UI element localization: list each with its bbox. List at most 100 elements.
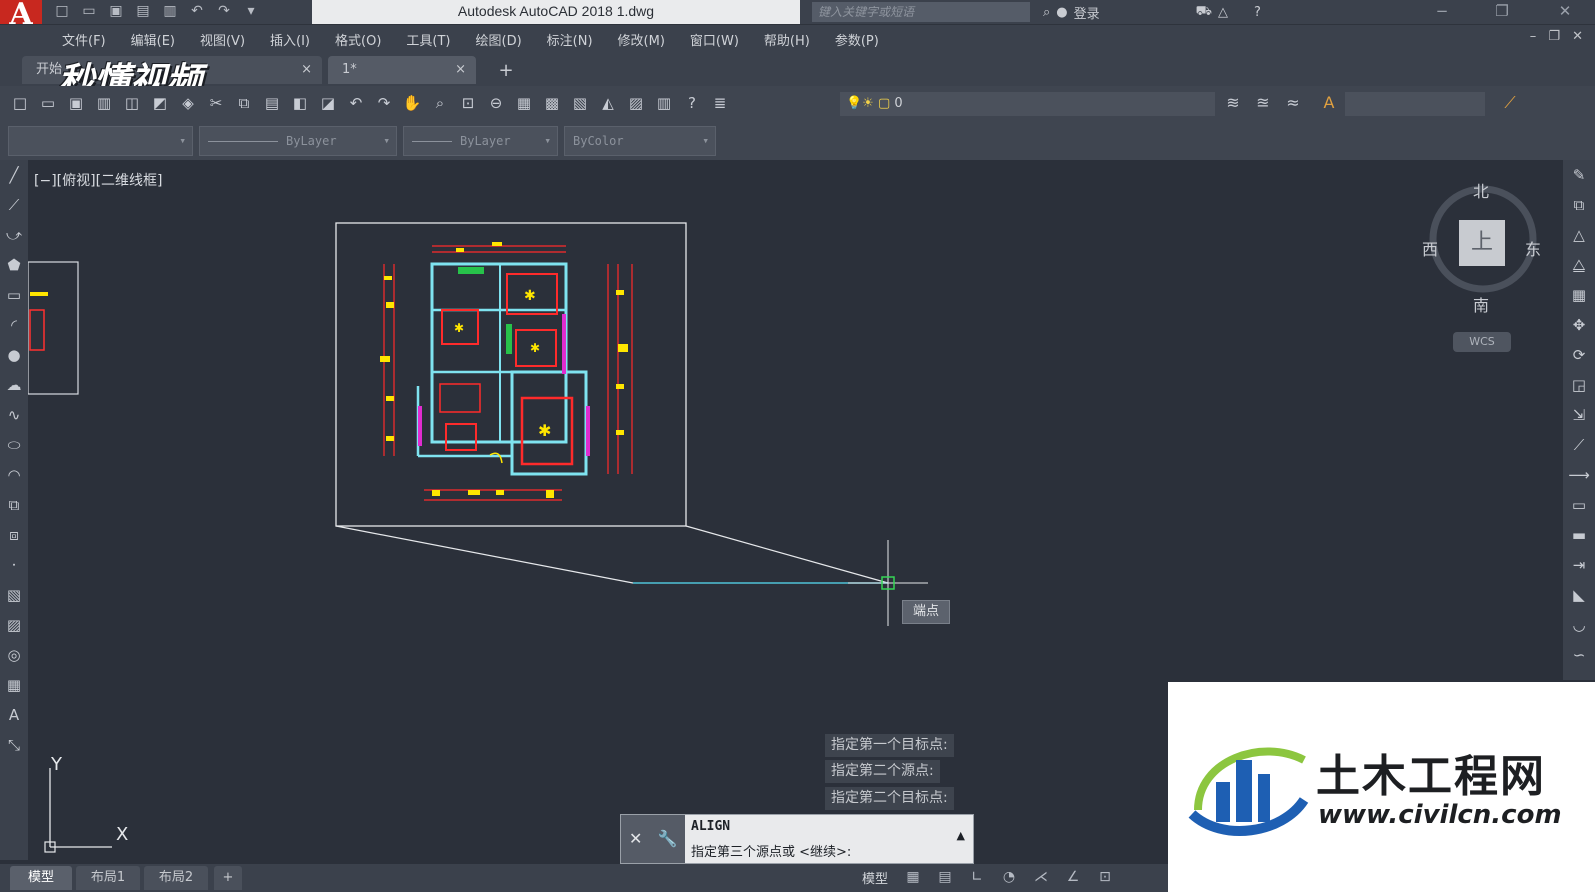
binoculars-icon[interactable]: ⌕ xyxy=(1043,5,1050,20)
layout-tab-layout2[interactable]: 布局2 xyxy=(144,866,208,890)
paste-icon[interactable]: ▤ xyxy=(262,92,282,114)
object-snap-icon[interactable]: ⊡ xyxy=(1094,866,1116,888)
rectangle-icon[interactable]: ▭ xyxy=(0,280,28,310)
tab-document[interactable]: 1* × xyxy=(328,56,476,84)
menu-parameters[interactable]: 参数(P) xyxy=(835,30,879,49)
snap-icon[interactable]: ▤ xyxy=(934,866,956,888)
osnap-tracking-icon[interactable]: ∠ xyxy=(1062,866,1084,888)
menu-format[interactable]: 格式(O) xyxy=(335,30,381,49)
polygon-icon[interactable]: ⬟ xyxy=(0,250,28,280)
help-tool-icon[interactable]: ? xyxy=(682,92,702,114)
print-icon[interactable]: ▥ xyxy=(160,2,180,20)
tab-document-close-icon[interactable]: × xyxy=(455,56,466,84)
menu-modify[interactable]: 修改(M) xyxy=(618,30,665,49)
insert-block-icon[interactable]: ⧉ xyxy=(0,490,28,520)
save-file-icon[interactable]: ▣ xyxy=(66,92,86,114)
zoom-window-icon[interactable]: ⊡ xyxy=(458,92,478,114)
publish-icon[interactable]: ◩ xyxy=(150,92,170,114)
arc-icon[interactable]: ◜ xyxy=(0,310,28,340)
redo-tool-icon[interactable]: ↷ xyxy=(374,92,394,114)
copy-object-icon[interactable]: ⧉ xyxy=(1563,190,1595,220)
erase-icon[interactable]: ✎ xyxy=(1563,160,1595,190)
help-icon[interactable]: ? xyxy=(1254,5,1261,20)
move-icon[interactable]: ✥ xyxy=(1563,310,1595,340)
open-icon[interactable]: ▭ xyxy=(79,2,99,20)
design-center-icon[interactable]: ▩ xyxy=(542,92,562,114)
add-layout-button[interactable]: + xyxy=(214,866,242,890)
menu-dimension[interactable]: 标注(N) xyxy=(547,30,593,49)
tab-start-close-icon[interactable]: × xyxy=(301,56,312,84)
menu-file[interactable]: 文件(F) xyxy=(62,30,106,49)
plot-icon[interactable]: ▥ xyxy=(94,92,114,114)
calculator-icon[interactable]: ▥ xyxy=(654,92,674,114)
viewcube-south[interactable]: 南 xyxy=(1473,292,1489,316)
ortho-icon[interactable]: ∟ xyxy=(966,866,988,888)
viewcube-west[interactable]: 西 xyxy=(1422,236,1438,260)
region-icon[interactable]: ◎ xyxy=(0,640,28,670)
layout-tab-model[interactable]: 模型 xyxy=(10,866,72,890)
zoom-previous-icon[interactable]: ⊖ xyxy=(486,92,506,114)
menu-window[interactable]: 窗口(W) xyxy=(690,30,739,49)
model-space-toggle[interactable]: 模型 xyxy=(862,868,888,887)
mirror-icon[interactable]: △ xyxy=(1563,220,1595,250)
qat-dropdown-icon[interactable]: ▾ xyxy=(241,2,261,20)
save-as-icon[interactable]: ▤ xyxy=(133,2,153,20)
zoom-realtime-icon[interactable]: ⌕ xyxy=(430,92,450,114)
cut-icon[interactable]: ✂ xyxy=(206,92,226,114)
block-editor-icon[interactable]: ◪ xyxy=(318,92,338,114)
stretch-icon[interactable]: ⇲ xyxy=(1563,400,1595,430)
open-file-icon[interactable]: ▭ xyxy=(38,92,58,114)
ellipse-arc-icon[interactable]: ◠ xyxy=(0,460,28,490)
viewport-controls[interactable]: [−][俯视][二维线框] xyxy=(34,170,163,190)
properties-icon[interactable]: ▦ xyxy=(514,92,534,114)
layer-states-icon[interactable]: ≈ xyxy=(1282,92,1304,114)
menu-help[interactable]: 帮助(H) xyxy=(764,30,810,49)
rotate-icon[interactable]: ⟳ xyxy=(1563,340,1595,370)
qnew-icon[interactable]: □ xyxy=(10,92,30,114)
trim-icon[interactable]: ⟋ xyxy=(1563,430,1595,460)
redo-icon[interactable]: ↷ xyxy=(214,2,234,20)
close-button[interactable]: ✕ xyxy=(1545,0,1585,24)
viewcube-east[interactable]: 东 xyxy=(1525,236,1541,260)
layer-dropdown[interactable]: 💡☀ ▢ 0 xyxy=(840,92,1215,116)
spline-icon[interactable]: ∿ xyxy=(0,400,28,430)
command-prompt[interactable]: 指定第三个源点或 <继续>: xyxy=(691,841,851,860)
make-block-icon[interactable]: ⧈ xyxy=(0,520,28,550)
command-close-icon[interactable]: ✕ xyxy=(629,829,642,848)
revision-cloud-icon[interactable]: ☁ xyxy=(0,370,28,400)
add-selected-icon[interactable]: ⤡ xyxy=(0,730,28,760)
layout-tab-layout1[interactable]: 布局1 xyxy=(76,866,140,890)
layer-properties-icon[interactable]: ≣ xyxy=(710,92,730,114)
join-icon[interactable]: ⇥ xyxy=(1563,550,1595,580)
dimension-style-icon[interactable]: ⟋ xyxy=(1498,92,1522,114)
scale-icon[interactable]: ◲ xyxy=(1563,370,1595,400)
customize-icon[interactable]: 🔧 xyxy=(658,829,678,848)
point-icon[interactable]: ⸱ xyxy=(0,550,28,580)
undo-icon[interactable]: ↶ xyxy=(187,2,207,20)
blend-curves-icon[interactable]: ∽ xyxy=(1563,640,1595,670)
menu-draw[interactable]: 绘图(D) xyxy=(476,30,522,49)
menu-insert[interactable]: 插入(I) xyxy=(270,30,310,49)
new-tab-button[interactable]: + xyxy=(494,60,518,82)
color-control-dropdown[interactable] xyxy=(8,126,193,156)
exchange-icon[interactable]: △ xyxy=(1218,5,1228,20)
menu-edit[interactable]: 编辑(E) xyxy=(131,30,175,49)
plot-style-dropdown[interactable]: ByColor xyxy=(564,126,716,156)
hatch-icon[interactable]: ▧ xyxy=(0,580,28,610)
tool-palettes-icon[interactable]: ▧ xyxy=(570,92,590,114)
pan-icon[interactable]: ✋ xyxy=(402,92,422,114)
lineweight-dropdown[interactable]: ByLayer xyxy=(403,126,558,156)
offset-icon[interactable]: ⧋ xyxy=(1563,250,1595,280)
restore-button[interactable]: ❐ xyxy=(1482,0,1522,24)
viewcube-north[interactable]: 北 xyxy=(1473,178,1489,202)
login-button[interactable]: ⌕ ● 登录 ⛟ △ ? xyxy=(1043,0,1261,24)
document-window-controls[interactable]: – ❐ ✕ xyxy=(1530,29,1587,44)
sheet-set-icon[interactable]: ◭ xyxy=(598,92,618,114)
polar-icon[interactable]: ◔ xyxy=(998,866,1020,888)
3d-dwf-icon[interactable]: ◈ xyxy=(178,92,198,114)
ellipse-icon[interactable]: ⬭ xyxy=(0,430,28,460)
viewcube-top-face[interactable]: 上 xyxy=(1459,220,1505,266)
table-icon[interactable]: ▦ xyxy=(0,670,28,700)
text-style-icon[interactable]: A xyxy=(1318,92,1340,114)
gradient-icon[interactable]: ▨ xyxy=(0,610,28,640)
